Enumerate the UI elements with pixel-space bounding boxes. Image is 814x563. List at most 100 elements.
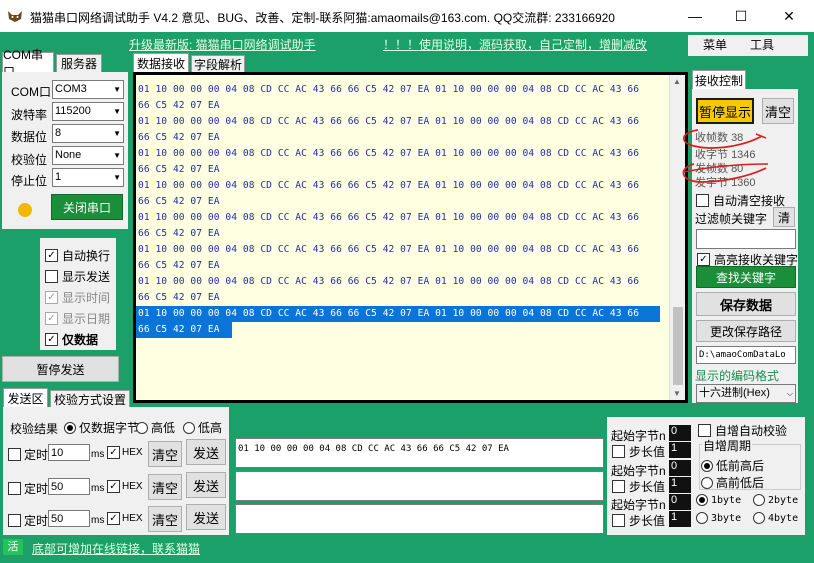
radio-icon[interactable] bbox=[183, 421, 195, 434]
tab-field-parse[interactable]: 字段解析 bbox=[191, 55, 245, 72]
change-path-button[interactable]: 更改保存路径 bbox=[696, 320, 796, 342]
auto-clear-option[interactable]: 自动清空接收 bbox=[696, 192, 785, 209]
radio-icon[interactable] bbox=[753, 494, 765, 506]
checkbox-icon[interactable] bbox=[612, 514, 625, 527]
receive-text-area[interactable]: 01 10 00 00 00 04 08 CD CC AC 43 66 66 C… bbox=[136, 75, 685, 400]
checkbox-checked-icon[interactable]: ✓ bbox=[45, 333, 58, 346]
checkbox-icon[interactable] bbox=[698, 424, 711, 437]
scroll-up-icon[interactable]: ▲ bbox=[673, 77, 681, 86]
filter-clear-button[interactable]: 清 bbox=[773, 207, 795, 227]
timer-option-3[interactable]: 定时 bbox=[8, 512, 48, 529]
only-data-radio-option[interactable]: 仅数据字节 bbox=[64, 419, 139, 436]
scroll-thumb[interactable] bbox=[673, 307, 683, 385]
checkbox-checked-icon[interactable]: ✓ bbox=[45, 312, 58, 325]
checkbox-checked-icon[interactable]: ✓ bbox=[107, 446, 120, 459]
send-button-2[interactable]: 发送 bbox=[186, 472, 226, 498]
checkbox-checked-icon[interactable]: ✓ bbox=[107, 480, 120, 493]
step-input-2[interactable]: 1 bbox=[669, 477, 691, 493]
clear-send-button-2[interactable]: 清空 bbox=[148, 474, 182, 500]
upgrade-link[interactable]: 升级最新版: 猫猫串口网络调试助手 bbox=[129, 36, 316, 53]
tab-server[interactable]: 服务器 bbox=[56, 54, 102, 72]
close-button[interactable]: ✕ bbox=[766, 0, 812, 32]
save-data-button[interactable]: 保存数据 bbox=[696, 292, 796, 316]
hex-option-3[interactable]: ✓ HEX bbox=[107, 512, 143, 525]
checkbox-checked-icon[interactable]: ✓ bbox=[45, 249, 58, 262]
timer-option-1[interactable]: 定时 bbox=[8, 446, 48, 463]
step-input-3[interactable]: 1 bbox=[669, 511, 691, 527]
clear-send-button-1[interactable]: 清空 bbox=[148, 441, 182, 467]
send-button-1[interactable]: 发送 bbox=[186, 439, 226, 465]
help-link[interactable]: ！！！使用说明，源码获取，自己定制，增删减改 bbox=[383, 36, 647, 53]
tab-send-area[interactable]: 发送区 bbox=[3, 388, 48, 407]
clear-send-button-3[interactable]: 清空 bbox=[148, 506, 182, 532]
radio-icon[interactable] bbox=[696, 512, 708, 524]
send-text-input-1[interactable]: 01 10 00 00 00 04 08 CD CC AC 43 66 66 C… bbox=[235, 438, 604, 468]
checkbox-icon[interactable] bbox=[612, 445, 625, 458]
low-high-radio-option[interactable]: 低高 bbox=[183, 419, 222, 436]
filter-keyword-input[interactable] bbox=[696, 229, 796, 249]
minimize-button[interactable]: — bbox=[672, 0, 718, 32]
com-select[interactable]: COM3 ▼ bbox=[52, 80, 124, 99]
checkbox-checked-icon[interactable]: ✓ bbox=[45, 291, 58, 304]
find-keyword-button[interactable]: 查找关键字 bbox=[696, 266, 796, 288]
low-first-radio-option[interactable]: 低前高后 bbox=[701, 457, 764, 474]
checkbox-icon[interactable] bbox=[8, 448, 21, 461]
timer-option-2[interactable]: 定时 bbox=[8, 480, 48, 497]
radio-icon[interactable] bbox=[753, 512, 765, 524]
send-button-3[interactable]: 发送 bbox=[186, 504, 226, 530]
timer-interval-input-2[interactable]: 50 bbox=[48, 478, 90, 495]
step-option-1[interactable]: 步长值 bbox=[612, 443, 665, 460]
radio-selected-icon[interactable] bbox=[64, 421, 76, 434]
send-text-input-3[interactable] bbox=[235, 504, 604, 534]
send-text-input-2[interactable] bbox=[235, 471, 604, 501]
show-send-option[interactable]: 显示发送 bbox=[45, 268, 110, 285]
show-time-option[interactable]: ✓ 显示时间 bbox=[45, 289, 110, 306]
byte2-radio-option[interactable]: 2byte bbox=[753, 494, 798, 506]
pause-display-button[interactable]: 暂停显示 bbox=[696, 98, 754, 124]
tab-com-serial[interactable]: COM串口 bbox=[2, 48, 54, 79]
step-option-2[interactable]: 步长值 bbox=[612, 478, 665, 495]
stopbits-select[interactable]: 1 ▼ bbox=[52, 168, 124, 187]
step-option-3[interactable]: 步长值 bbox=[612, 512, 665, 529]
scroll-down-icon[interactable]: ▼ bbox=[673, 389, 681, 398]
hex-option-1[interactable]: ✓ HEX bbox=[107, 446, 143, 459]
status-link[interactable]: 底部可增加在线链接，联系猫猫 bbox=[32, 540, 200, 557]
high-low-radio-option[interactable]: 高低 bbox=[136, 419, 175, 436]
databits-select[interactable]: 8 ▼ bbox=[52, 124, 124, 143]
timer-interval-input-3[interactable]: 50 bbox=[48, 510, 90, 527]
byte3-radio-option[interactable]: 3byte bbox=[696, 512, 741, 524]
radio-icon[interactable] bbox=[136, 421, 148, 434]
high-first-radio-option[interactable]: 高前低后 bbox=[701, 474, 764, 491]
checkbox-icon[interactable] bbox=[8, 482, 21, 495]
encoding-select[interactable]: 十六进制(Hex) ⌵ bbox=[696, 384, 796, 403]
tools-button[interactable]: 工具 bbox=[742, 35, 782, 56]
timer-interval-input-1[interactable]: 10 bbox=[48, 444, 90, 461]
checkbox-icon[interactable] bbox=[612, 480, 625, 493]
baud-select[interactable]: 115200 ▼ bbox=[52, 102, 124, 121]
clear-receive-button[interactable]: 清空 bbox=[762, 98, 794, 124]
close-port-button[interactable]: 关闭串口 bbox=[51, 194, 123, 220]
checkbox-icon[interactable] bbox=[45, 270, 58, 283]
byte1-radio-option[interactable]: 1byte bbox=[696, 494, 741, 506]
start-byte-input-1[interactable]: 0 bbox=[669, 425, 691, 441]
radio-icon[interactable] bbox=[701, 476, 713, 489]
step-input-1[interactable]: 1 bbox=[669, 442, 691, 458]
data-only-option[interactable]: ✓ 仅数据 bbox=[45, 331, 98, 348]
parity-select[interactable]: None ▼ bbox=[52, 146, 124, 165]
start-byte-input-2[interactable]: 0 bbox=[669, 460, 691, 476]
checkbox-checked-icon[interactable]: ✓ bbox=[107, 512, 120, 525]
menu-button[interactable]: 菜单 bbox=[688, 35, 742, 56]
tab-checksum-settings[interactable]: 校验方式设置 bbox=[50, 390, 130, 407]
byte4-radio-option[interactable]: 4byte bbox=[753, 512, 798, 524]
pause-send-button[interactable]: 暂停发送 bbox=[2, 356, 119, 382]
show-date-option[interactable]: ✓ 显示日期 bbox=[45, 310, 110, 327]
checkbox-icon[interactable] bbox=[696, 194, 709, 207]
auto-wrap-option[interactable]: ✓ 自动换行 bbox=[45, 247, 110, 264]
maximize-button[interactable]: ☐ bbox=[718, 0, 764, 32]
save-path-input[interactable]: D:\amaoComDataLo bbox=[696, 346, 796, 364]
tab-receive-control[interactable]: 接收控制 bbox=[692, 70, 746, 89]
tab-data-receive[interactable]: 数据接收 bbox=[133, 53, 189, 72]
checkbox-icon[interactable] bbox=[8, 514, 21, 527]
hex-option-2[interactable]: ✓ HEX bbox=[107, 480, 143, 493]
start-byte-input-3[interactable]: 0 bbox=[669, 494, 691, 510]
